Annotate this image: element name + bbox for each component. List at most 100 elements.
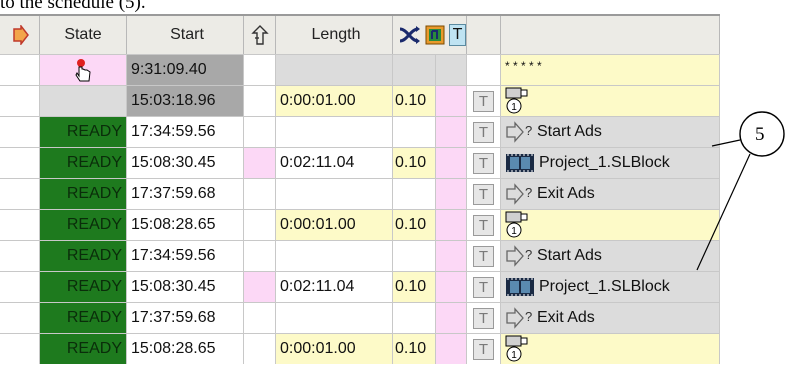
name-cell[interactable]: * * * * * [501, 55, 720, 85]
start-cell[interactable]: 17:34:59.56 [127, 241, 244, 271]
text-toggle-button[interactable]: T [449, 24, 466, 46]
name-cell[interactable]: ? Start Ads [501, 117, 720, 147]
text-button[interactable]: T [473, 90, 494, 112]
length-cell[interactable]: 0:00:01.00 [276, 210, 393, 240]
length-cell[interactable]: 0:02:11.04 [276, 272, 393, 302]
table-row[interactable]: READY 17:37:59.68 T ? Exit Ads [0, 178, 720, 209]
header-jump[interactable] [244, 16, 276, 54]
start-cell[interactable]: 17:37:59.68 [127, 179, 244, 209]
table-row[interactable]: 9:31:09.40 * * * * * [0, 54, 720, 85]
state-cell: READY [40, 241, 127, 271]
name-cell[interactable]: ? Exit Ads [501, 179, 720, 209]
table-row[interactable]: READY 17:34:59.56 T ? Start Ads [0, 240, 720, 271]
state-cell [40, 86, 127, 116]
speed-cell[interactable]: 0.10 [393, 272, 436, 302]
overlay-button[interactable] [425, 24, 445, 46]
svg-text:1: 1 [511, 350, 517, 361]
play-arrow-icon [12, 25, 29, 45]
svg-text:1: 1 [511, 102, 517, 113]
text-button[interactable]: T [473, 214, 494, 236]
start-cell[interactable]: 15:03:18.96 [127, 86, 244, 116]
start-cell[interactable]: 9:31:09.40 [127, 55, 244, 85]
table-row[interactable]: READY 17:34:59.56 T ? Start Ads [0, 116, 720, 147]
speed-cell[interactable]: 0.10 [393, 334, 436, 364]
name-cell[interactable]: ? Exit Ads [501, 303, 720, 333]
jump-command-icon: ? [506, 121, 532, 143]
name-cell[interactable]: 1 [501, 334, 720, 364]
device-command-icon: 1 [505, 211, 528, 238]
header-length[interactable]: Length [276, 16, 393, 54]
state-cell: READY [40, 272, 127, 302]
svg-text:?: ? [525, 309, 532, 324]
film-clip-icon [506, 278, 534, 296]
speed-cell[interactable]: 0.10 [393, 86, 436, 116]
state-cell: READY [40, 148, 127, 178]
length-cell[interactable] [276, 179, 393, 209]
jump-command-icon: ? [506, 307, 532, 329]
header-state[interactable]: State [40, 16, 127, 54]
start-cell[interactable]: 17:37:59.68 [127, 303, 244, 333]
length-cell[interactable]: 0:00:01.00 [276, 86, 393, 116]
header-play-arrow[interactable] [0, 16, 40, 54]
length-cell[interactable] [276, 117, 393, 147]
svg-text:1: 1 [511, 226, 517, 237]
length-cell[interactable] [276, 241, 393, 271]
header-start[interactable]: Start [127, 16, 244, 54]
speed-cell[interactable] [393, 303, 436, 333]
state-cell: READY [40, 303, 127, 333]
start-cell[interactable]: 15:08:30.45 [127, 148, 244, 178]
shuffle-button[interactable] [399, 24, 421, 46]
name-cell[interactable]: ? Start Ads [501, 241, 720, 271]
jump-up-icon [250, 25, 269, 45]
state-cell: READY [40, 210, 127, 240]
table-row[interactable]: READY 17:37:59.68 T ? Exit Ads [0, 302, 720, 333]
speed-cell[interactable]: 0.10 [393, 210, 436, 240]
name-cell[interactable]: 1 [501, 210, 720, 240]
name-cell[interactable]: 1 [501, 86, 720, 116]
start-cell[interactable]: 17:34:59.56 [127, 117, 244, 147]
text-button[interactable]: T [473, 276, 494, 298]
table-row[interactable]: READY 15:08:28.65 0:00:01.00 0.10 T 1 [0, 209, 720, 240]
text-button[interactable]: T [473, 183, 494, 205]
name-cell[interactable]: Project_1.SLBlock [501, 148, 720, 178]
jump-command-icon: ? [506, 245, 532, 267]
svg-text:?: ? [525, 123, 532, 138]
film-clip-icon [506, 154, 534, 172]
hand-pointer-icon [75, 59, 91, 82]
state-cell: READY [40, 334, 127, 364]
speed-cell[interactable] [393, 117, 436, 147]
speed-cell[interactable] [393, 241, 436, 271]
header-toolbar: T [393, 16, 467, 54]
length-cell[interactable]: 0:00:01.00 [276, 334, 393, 364]
start-cell[interactable]: 15:08:28.65 [127, 334, 244, 364]
name-label: Exit Ads [537, 185, 595, 202]
length-cell[interactable]: 0:02:11.04 [276, 148, 393, 178]
length-cell[interactable] [276, 303, 393, 333]
speed-cell[interactable] [393, 179, 436, 209]
start-cell[interactable]: 15:08:28.65 [127, 210, 244, 240]
schedule-grid: State Start Length T 9:31:09.40 * * * * … [0, 14, 720, 386]
name-label: Exit Ads [537, 309, 595, 326]
state-cell: READY [40, 117, 127, 147]
text-button[interactable]: T [473, 152, 494, 174]
table-row[interactable]: 15:03:18.96 0:00:01.00 0.10 T 1 [0, 85, 720, 116]
speed-cell[interactable]: 0.10 [393, 148, 436, 178]
text-button[interactable]: T [473, 307, 494, 329]
name-label: Start Ads [537, 247, 602, 264]
jump-command-icon: ? [506, 183, 532, 205]
header-blank [467, 16, 501, 54]
device-command-icon: 1 [505, 335, 528, 362]
document-caption: to the schedule (5). [0, 0, 146, 13]
svg-text:?: ? [525, 247, 532, 262]
text-button[interactable]: T [473, 121, 494, 143]
svg-text:?: ? [525, 185, 532, 200]
name-cell[interactable]: Project_1.SLBlock [501, 272, 720, 302]
name-label: Project_1.SLBlock [539, 278, 670, 295]
start-cell[interactable]: 15:08:30.45 [127, 272, 244, 302]
text-button[interactable]: T [473, 338, 494, 360]
table-row[interactable]: READY 15:08:30.45 0:02:11.04 0.10 T Proj… [0, 271, 720, 302]
callout-number: 5 [755, 124, 765, 145]
table-row[interactable]: READY 15:08:30.45 0:02:11.04 0.10 T Proj… [0, 147, 720, 178]
table-row[interactable]: READY 15:08:28.65 0:00:01.00 0.10 T 1 [0, 333, 720, 364]
text-button[interactable]: T [473, 245, 494, 267]
